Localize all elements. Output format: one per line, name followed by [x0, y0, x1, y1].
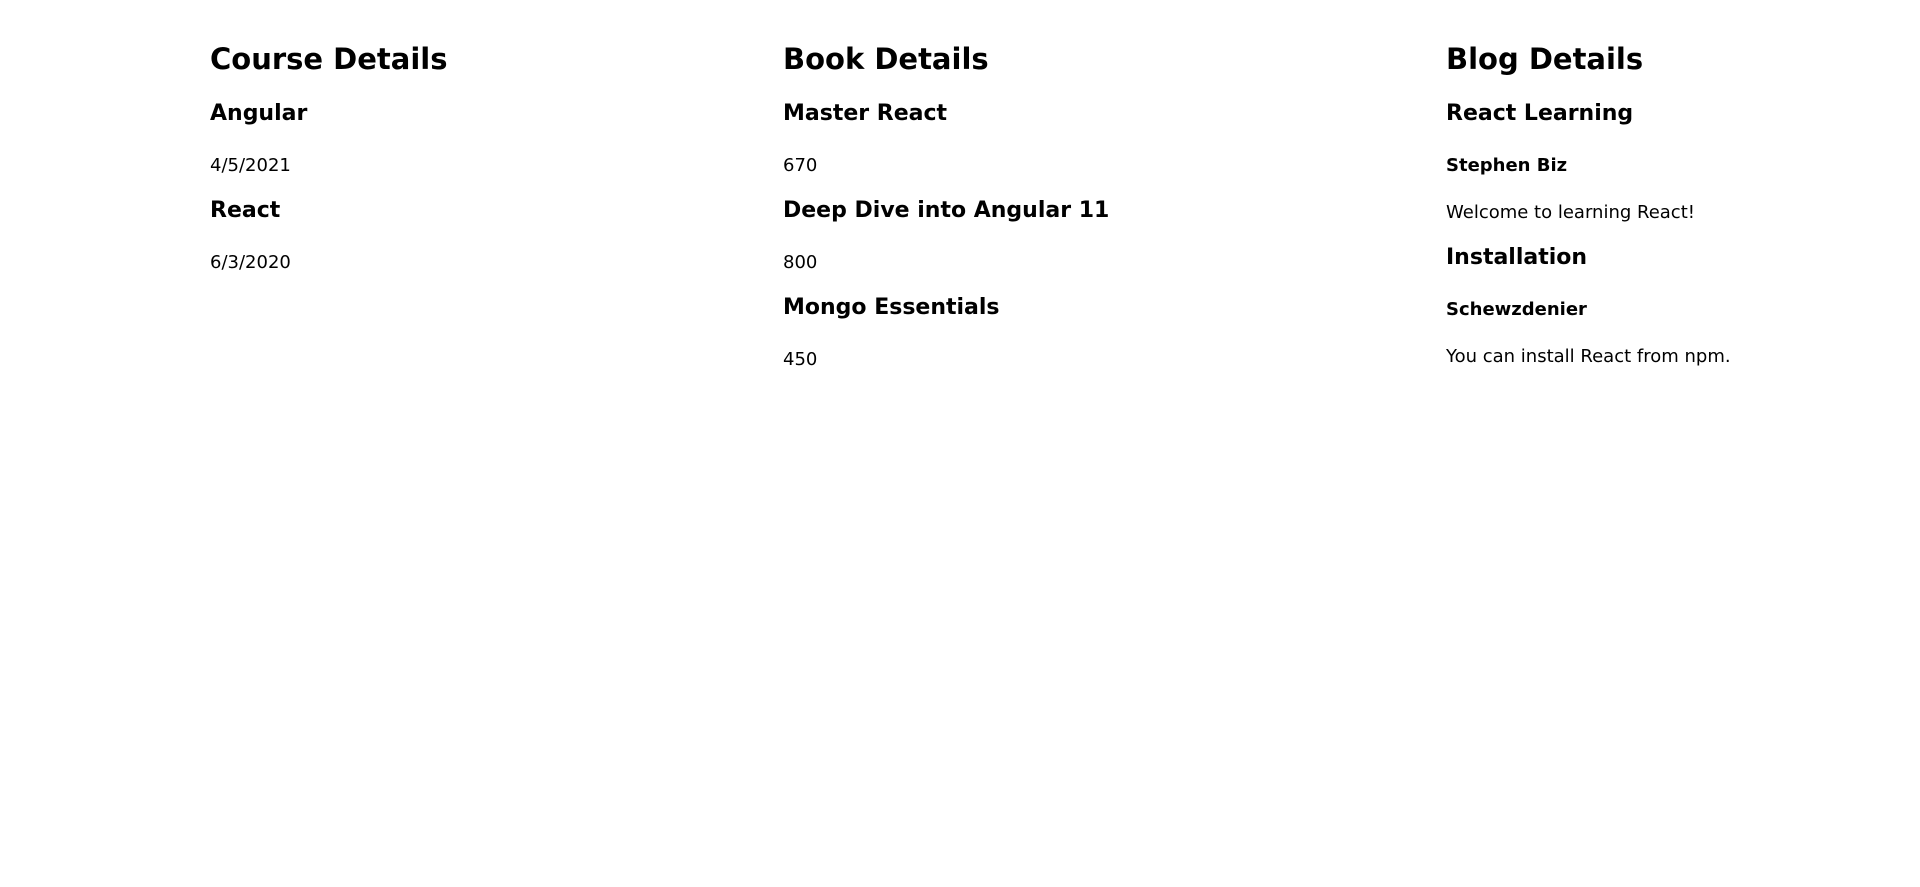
course-name: Angular	[210, 101, 308, 126]
blog-details-heading: Blog Details	[1446, 42, 1644, 76]
blog-author: Stephen Biz	[1446, 155, 1568, 176]
course-details-heading: Course Details	[210, 42, 448, 76]
blog-list: React Learning Stephen Biz Welcome to le…	[1446, 100, 1886, 369]
course-date: 4/5/2021	[210, 155, 291, 176]
book-price: 450	[783, 349, 818, 370]
course-details-section: Course Details Angular 4/5/2021 React 6/…	[210, 0, 730, 294]
blog-content: You can install React from npm.	[1446, 346, 1731, 367]
blog-item: React Learning Stephen Biz Welcome to le…	[1446, 100, 1886, 225]
book-list: Master React 670 Deep Dive into Angular …	[783, 100, 1403, 372]
blog-author: Schewzdenier	[1446, 299, 1587, 320]
blog-details-section: Blog Details React Learning Stephen Biz …	[1446, 0, 1886, 388]
book-item: Mongo Essentials 450	[783, 294, 1403, 372]
blog-title: React Learning	[1446, 101, 1634, 126]
book-name: Deep Dive into Angular 11	[783, 198, 1110, 223]
blog-title: Installation	[1446, 245, 1588, 270]
book-name: Mongo Essentials	[783, 295, 1000, 320]
book-item: Master React 670	[783, 100, 1403, 178]
course-date: 6/3/2020	[210, 252, 291, 273]
course-item: Angular 4/5/2021	[210, 100, 730, 178]
course-list: Angular 4/5/2021 React 6/3/2020	[210, 100, 730, 275]
book-price: 670	[783, 155, 818, 176]
book-price: 800	[783, 252, 818, 273]
book-details-heading: Book Details	[783, 42, 989, 76]
blog-content: Welcome to learning React!	[1446, 202, 1695, 223]
course-name: React	[210, 198, 281, 223]
page: Course Details Angular 4/5/2021 React 6/…	[0, 0, 1920, 887]
course-item: React 6/3/2020	[210, 197, 730, 275]
book-details-section: Book Details Master React 670 Deep Dive …	[783, 0, 1403, 391]
book-name: Master React	[783, 101, 948, 126]
blog-item: Installation Schewzdenier You can instal…	[1446, 244, 1886, 369]
book-item: Deep Dive into Angular 11 800	[783, 197, 1403, 275]
